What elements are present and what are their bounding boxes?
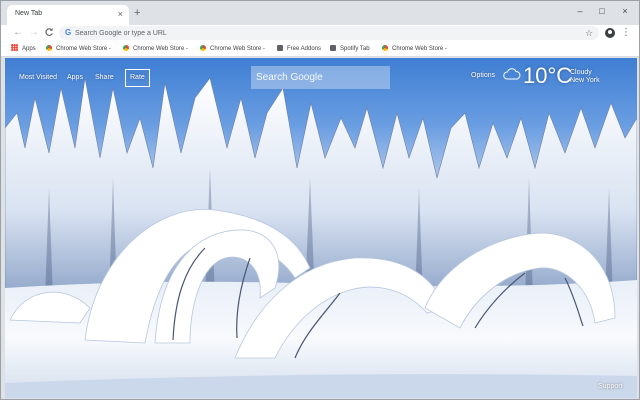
omnibox-input[interactable] — [75, 26, 575, 40]
share-link[interactable]: Share — [95, 73, 114, 83]
bookmark-label: Free Addons — [287, 46, 322, 52]
most-visited-link[interactable]: Most Visited — [19, 73, 57, 83]
bookmark-chrome-web-store[interactable]: Chrome Web Store - — [46, 44, 111, 55]
back-button[interactable]: ← — [12, 27, 24, 39]
maximize-button[interactable]: □ — [595, 5, 609, 17]
bookmark-label: Chrome Web Store - — [133, 46, 188, 52]
bookmark-label: Apps — [22, 46, 36, 52]
tab-title: New Tab — [15, 10, 43, 17]
bookmark-label: Chrome Web Store - — [210, 46, 265, 52]
close-window-button[interactable]: × — [618, 5, 632, 17]
weather-temperature: 10°C — [523, 63, 573, 88]
bookmark-spotify-tab[interactable]: Spotify Tab — [330, 44, 370, 55]
support-link[interactable]: Support — [598, 382, 623, 392]
favicon-icon — [330, 45, 336, 51]
omnibox[interactable]: G — [59, 26, 599, 40]
chrome-web-store-icon — [200, 45, 206, 51]
bookmark-apps[interactable]: Apps — [11, 44, 36, 55]
minimize-button[interactable]: – — [573, 5, 587, 17]
forward-button[interactable]: → — [28, 27, 40, 39]
tab-close-icon[interactable]: × — [118, 8, 123, 20]
bookmark-chrome-web-store[interactable]: Chrome Web Store - — [123, 44, 188, 55]
tab-strip: New Tab × + – □ × — [1, 1, 639, 25]
bookmark-star-icon[interactable]: ☆ — [585, 27, 593, 39]
weather-condition: Cloudy — [570, 69, 592, 76]
chrome-web-store-icon — [123, 45, 129, 51]
profile-avatar-icon[interactable] — [605, 28, 615, 38]
chrome-web-store-icon — [46, 45, 52, 51]
tab-new-tab[interactable]: New Tab × — [7, 5, 129, 25]
bookmark-free-addons[interactable]: Free Addons — [277, 44, 321, 55]
apps-link[interactable]: Apps — [67, 73, 83, 83]
browser-window: New Tab × + – □ × ← → G ☆ ⋮ Apps Chrome … — [0, 0, 640, 400]
bookmark-label: Spotify Tab — [340, 46, 370, 52]
chrome-web-store-icon — [382, 45, 388, 51]
apps-grid-icon — [11, 44, 18, 51]
options-link[interactable]: Options — [471, 71, 495, 81]
bookmark-label: Chrome Web Store - — [392, 46, 447, 52]
bookmarks-bar: Apps Chrome Web Store - Chrome Web Store… — [1, 42, 639, 57]
rate-button[interactable]: Rate — [125, 69, 150, 87]
reload-button[interactable] — [43, 27, 55, 41]
snowy-forest-background-image — [5, 77, 637, 398]
menu-kebab-icon[interactable]: ⋮ — [621, 27, 631, 39]
bookmark-chrome-web-store[interactable]: Chrome Web Store - — [382, 44, 447, 55]
google-g-icon: G — [65, 28, 72, 37]
favicon-icon — [277, 45, 283, 51]
toolbar: ← → G ☆ ⋮ — [1, 25, 639, 42]
reload-icon — [45, 28, 53, 36]
google-search-box[interactable] — [251, 66, 390, 89]
google-search-input[interactable] — [251, 66, 390, 89]
cloud-icon — [503, 68, 521, 80]
weather-city: New York — [570, 77, 600, 84]
new-tab-button[interactable]: + — [134, 7, 140, 19]
bookmark-label: Chrome Web Store - — [56, 46, 111, 52]
bookmark-chrome-web-store[interactable]: Chrome Web Store - — [200, 44, 265, 55]
new-tab-page: Most Visited Apps Share Rate Options 10°… — [5, 58, 637, 398]
